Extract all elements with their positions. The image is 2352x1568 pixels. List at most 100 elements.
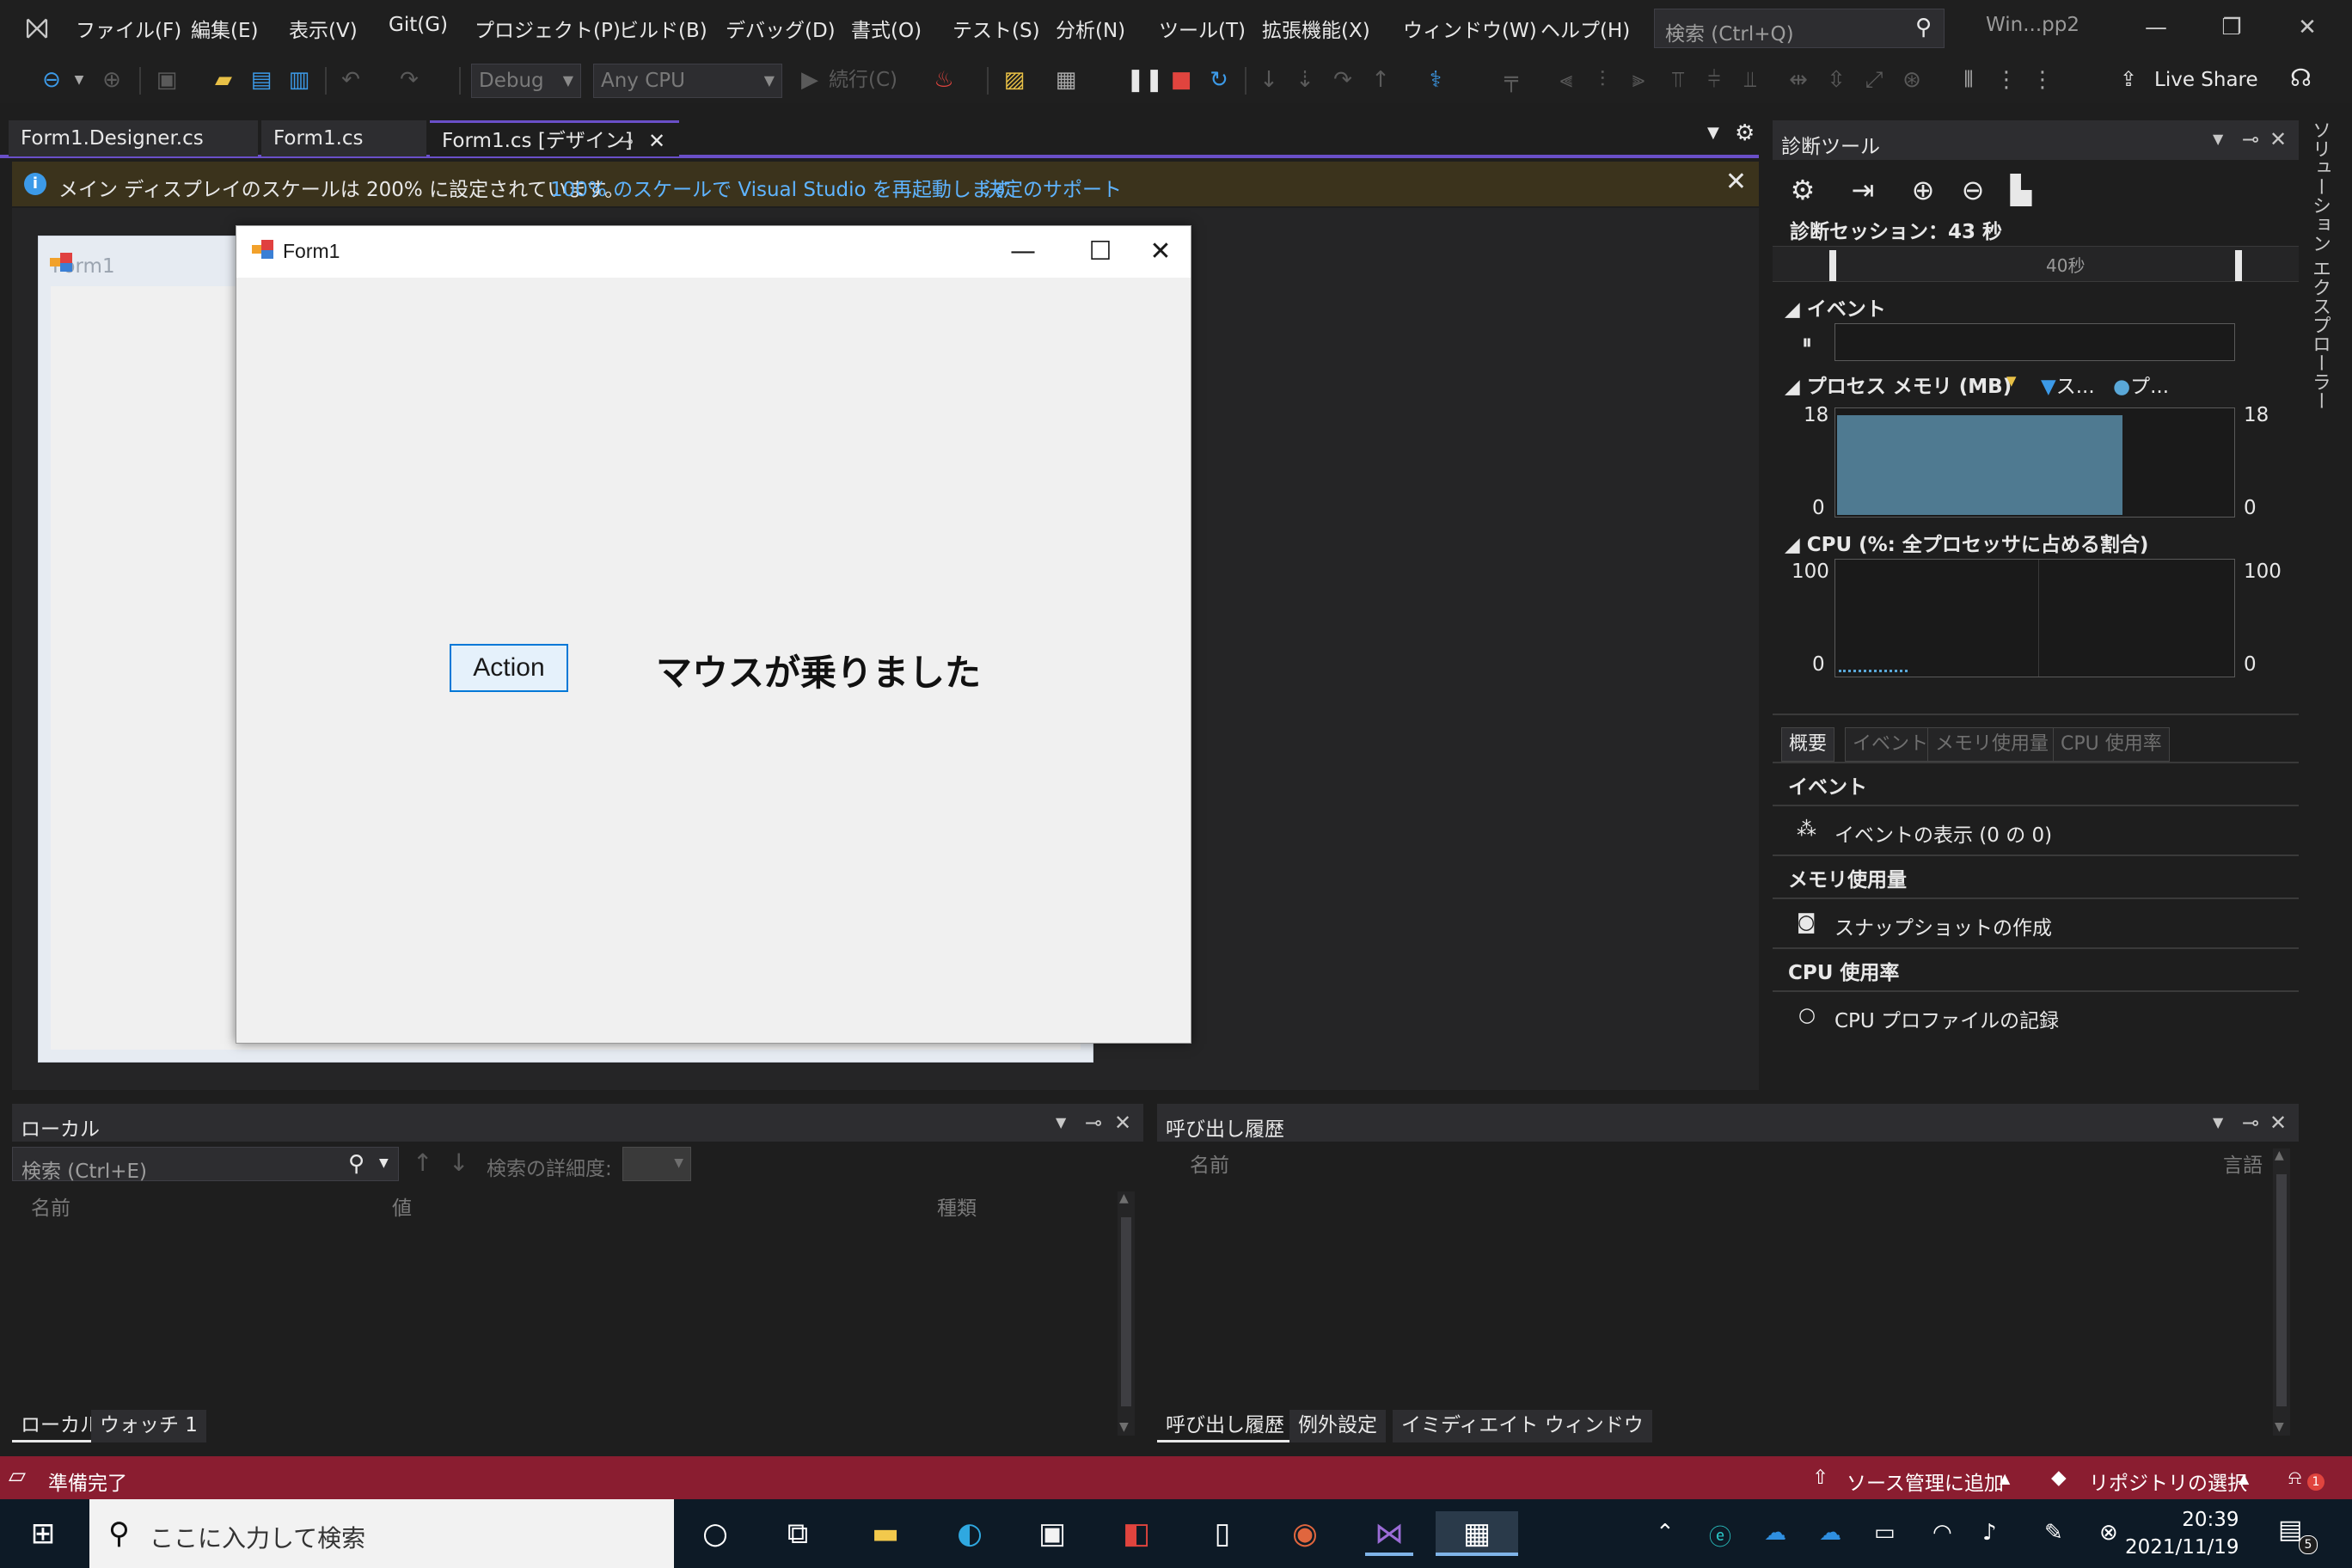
microsoft-store-icon[interactable]: ▣ (1028, 1511, 1076, 1556)
stop-debugging-icon[interactable]: ■ (1164, 64, 1198, 96)
windows-start-icon[interactable]: ⊞ (19, 1511, 67, 1556)
restart-at-100-link[interactable]: 100% のスケールで Visual Studio を再起動します (550, 173, 1011, 202)
open-file-icon[interactable]: ▰ (206, 64, 241, 96)
export-icon[interactable]: ⇥ (1843, 170, 1883, 210)
close-icon[interactable]: ✕ (1114, 1111, 1131, 1135)
file-explorer-icon[interactable]: ▬ (861, 1511, 910, 1556)
tab-exception-settings[interactable]: 例外設定 (1289, 1410, 1386, 1442)
tab-form1-cs[interactable]: Form1.cs (261, 120, 426, 156)
back-dropdown-icon[interactable]: ▼ (70, 64, 88, 96)
ime-off-icon[interactable]: ⊗ (2099, 1520, 2118, 1546)
save-icon[interactable]: ▤ (244, 64, 279, 96)
spacing-icon[interactable]: ⫴ (1953, 64, 1984, 96)
running-form1-window[interactable]: Form1 — ☐ ✕ Action マウスが乗りました (236, 225, 1191, 1044)
break-all-pause-icon[interactable]: ❚❚ (1126, 64, 1164, 96)
scroll-down-icon[interactable]: ▼ (2275, 1420, 2284, 1434)
visual-studio-logo-icon[interactable]: ⨝ (19, 10, 55, 46)
search-icon[interactable]: ⚲ (348, 1151, 364, 1177)
menu-tools[interactable]: ツール(T) (1159, 14, 1246, 43)
restart-icon[interactable]: ↻ (1202, 64, 1236, 96)
pin-icon[interactable]: ⊸ (1085, 1111, 1102, 1135)
pin-icon[interactable]: ⊸ (2242, 1111, 2259, 1135)
add-to-source-control-button[interactable]: ソース管理に追加 (1847, 1467, 2004, 1496)
office-icon[interactable]: ◧ (1112, 1511, 1161, 1556)
notifications-bell-icon[interactable]: ⍾ (2288, 1467, 2301, 1489)
tab-list-dropdown-icon[interactable]: ▼ (1707, 124, 1719, 142)
tab-watch-1[interactable]: ウォッチ 1 (91, 1410, 206, 1442)
restore-icon[interactable]: ❐ (2206, 7, 2257, 48)
edge-browser-icon[interactable]: ◐ (946, 1511, 994, 1556)
hot-reload-flame-icon[interactable]: ♨ (927, 64, 961, 96)
tab-call-stack[interactable]: 呼び出し履歴 (1157, 1410, 1293, 1442)
callstack-col-name[interactable]: 名前 (1190, 1148, 1229, 1178)
save-all-icon[interactable]: ▥ (282, 64, 316, 96)
align-center-icon[interactable]: ⫶ (1587, 64, 1618, 96)
take-snapshot-link[interactable]: スナップショットの作成 (1834, 911, 2052, 940)
reset-zoom-icon[interactable]: ▙ (2001, 170, 2041, 210)
menu-debug[interactable]: デバッグ(D) (726, 14, 836, 43)
platform-select[interactable]: Any CPU ▼ (593, 64, 782, 98)
diag-tab-memory[interactable]: メモリ使用量 (1927, 727, 2057, 762)
browser-link-icon[interactable]: ▦ (1049, 64, 1083, 96)
live-share-icon[interactable]: ⇪ (2120, 67, 2137, 91)
task-view-icon[interactable]: ⧉ (774, 1511, 822, 1556)
pin-icon[interactable]: ⊸ (2242, 127, 2259, 151)
onedrive-business-icon[interactable]: ☁ (1819, 1520, 1841, 1546)
powerpoint-icon[interactable]: ◉ (1281, 1511, 1329, 1556)
system-clock[interactable]: 20:39 2021/11/19 (2125, 1506, 2239, 1561)
close-infobar-icon[interactable]: ✕ (1725, 167, 1747, 197)
window-position-dropdown-icon[interactable]: ▼ (1056, 1114, 1066, 1130)
search-next-icon[interactable]: ↓ (449, 1148, 469, 1177)
menu-view[interactable]: 表示(V) (289, 14, 358, 43)
menu-edit[interactable]: 編集(E) (191, 14, 258, 43)
cortana-icon[interactable]: ○ (691, 1511, 739, 1556)
wifi-icon[interactable]: ◠ (1932, 1520, 1952, 1546)
navigate-forward-icon[interactable]: ⊕ (95, 64, 129, 96)
form1-title-bar[interactable]: Form1 — ☐ ✕ (236, 226, 1191, 278)
make-same-height-icon[interactable]: ⇳ (1821, 64, 1852, 96)
callstack-col-language[interactable]: 言語 (2223, 1148, 2263, 1178)
battery-icon[interactable]: ▭ (1874, 1520, 1896, 1546)
form1-minimize-icon[interactable]: — (993, 230, 1053, 274)
locals-col-value[interactable]: 値 (392, 1191, 412, 1221)
pause-events-icon[interactable]: ⏸ (1802, 330, 1812, 354)
settings-gear-icon[interactable]: ⚙ (1735, 120, 1755, 146)
solution-explorer-side-tab[interactable]: ソリューション エクスプローラー (2306, 120, 2340, 481)
menu-git[interactable]: Git(G) (389, 14, 448, 36)
layout-icon[interactable]: ╤ (1496, 64, 1527, 96)
zoom-in-icon[interactable]: ⊕ (1903, 170, 1943, 210)
tab-immediate-window[interactable]: イミディエイト ウィンドウ (1393, 1410, 1652, 1442)
action-button[interactable]: Action (450, 644, 568, 692)
timeline-start-handle[interactable] (1829, 250, 1836, 281)
close-icon[interactable]: ✕ (2269, 1111, 2287, 1135)
redo-icon[interactable]: ↷ (392, 64, 426, 96)
search-depth-select[interactable]: ▼ (622, 1147, 691, 1181)
locals-scrollbar[interactable]: ▲ ▼ (1118, 1191, 1135, 1436)
menu-test[interactable]: テスト(S) (952, 14, 1040, 43)
size-to-grid-icon[interactable]: ⤢ (1859, 64, 1890, 96)
evernote-tray-icon[interactable]: ⓔ (1709, 1520, 1731, 1552)
ide-search-box[interactable]: 検索 (Ctrl+Q) ⚲ (1654, 9, 1945, 48)
window-position-dropdown-icon[interactable]: ▼ (2213, 131, 2223, 147)
solution-explorer-folder-icon[interactable]: ▨ (997, 64, 1032, 96)
menu-window[interactable]: ウィンドウ(W) (1403, 14, 1537, 43)
timeline-end-handle[interactable] (2235, 250, 2242, 281)
locals-col-type[interactable]: 種類 (937, 1191, 977, 1221)
locals-col-name[interactable]: 名前 (31, 1191, 70, 1221)
minimize-icon[interactable]: — (2130, 7, 2182, 48)
tab-form1-designer-cs[interactable]: Form1.Designer.cs (9, 120, 258, 156)
menu-file[interactable]: ファイル(F) (76, 14, 181, 43)
search-options-dropdown-icon[interactable]: ▼ (379, 1156, 389, 1170)
diag-tab-events[interactable]: イベント (1845, 727, 1937, 762)
live-share-button[interactable]: Live Share (2154, 69, 2258, 91)
visual-studio-taskbar-icon[interactable]: ⋈ (1365, 1511, 1413, 1556)
help-decide-link[interactable]: 決定のサポート (983, 173, 1122, 202)
scroll-thumb[interactable] (2276, 1174, 2287, 1406)
close-tab-icon[interactable]: ✕ (648, 123, 665, 159)
continue-play-icon[interactable]: ▶ (794, 64, 825, 96)
undo-icon[interactable]: ↶ (334, 64, 368, 96)
close-icon[interactable]: ✕ (2269, 127, 2287, 151)
make-same-width-icon[interactable]: ⇹ (1783, 64, 1814, 96)
show-hidden-icons-icon[interactable]: ⌃ (1656, 1520, 1675, 1546)
window-position-dropdown-icon[interactable]: ▼ (2213, 1114, 2223, 1130)
